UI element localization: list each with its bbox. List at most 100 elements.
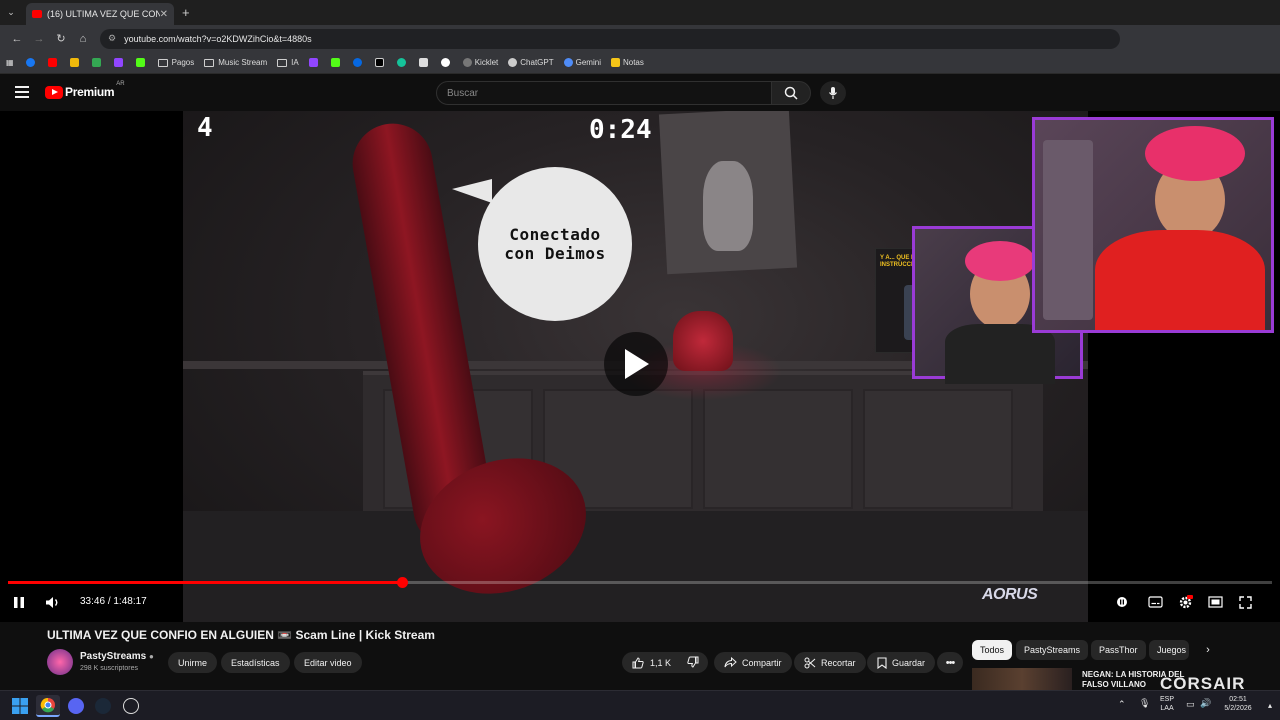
theater-icon <box>1208 596 1223 608</box>
share-icon <box>724 657 737 668</box>
bookmark-icon[interactable] <box>418 58 431 67</box>
site-info-icon[interactable]: ⚙ <box>108 33 116 44</box>
notifications-icon[interactable]: ▴ <box>1268 701 1272 710</box>
subtitles-icon <box>1148 596 1163 608</box>
chatgpt-bookmark[interactable]: ChatGPT <box>508 58 554 67</box>
chevron-right-icon[interactable]: › <box>1198 641 1218 659</box>
time-display: 33:46 / 1:48:17 <box>80 596 147 607</box>
clip-button[interactable]: Recortar <box>794 652 866 673</box>
windows-start-icon[interactable] <box>12 698 28 714</box>
menu-icon[interactable] <box>15 86 29 98</box>
chrome-taskbar-button[interactable] <box>36 695 60 717</box>
tray-overflow-icon[interactable]: ⌃ <box>1118 700 1126 709</box>
youtube-logo[interactable]: Premium AR <box>45 81 125 99</box>
search-button[interactable] <box>771 81 811 105</box>
back-icon[interactable]: ← <box>6 33 28 45</box>
folder-icon[interactable]: IA <box>277 58 299 67</box>
edit-video-button[interactable]: Editar video <box>294 652 362 673</box>
reload-icon[interactable]: ↻ <box>50 32 72 45</box>
network-icon[interactable]: ▭ <box>1186 700 1195 709</box>
logo-text: Premium <box>65 85 115 99</box>
binance-bookmark-icon[interactable] <box>69 58 82 67</box>
gear-icon <box>1179 594 1193 608</box>
volume-button[interactable] <box>45 595 61 609</box>
chip-juegos[interactable]: Juegos <box>1149 640 1189 660</box>
bubble-line-2: con Deimos <box>504 244 606 263</box>
bookmark-save-icon <box>877 656 887 669</box>
game-counter: 4 <box>197 113 213 143</box>
twitch-bookmark-icon[interactable] <box>308 58 321 67</box>
save-button[interactable]: Guardar <box>867 652 936 673</box>
twitch-bookmark-icon[interactable] <box>113 58 126 67</box>
notas-bookmark[interactable]: Notas <box>610 58 644 67</box>
browser-tab-active[interactable]: (16) ULTIMA VEZ QUE CONFIO ✕ <box>26 3 174 25</box>
meta-bookmark-icon[interactable] <box>352 58 365 67</box>
bookmark-icon[interactable] <box>440 58 453 67</box>
drive-bookmark-icon[interactable] <box>91 58 104 67</box>
kick-bookmark-icon[interactable] <box>330 58 343 67</box>
time-separator: / <box>107 596 111 607</box>
big-play-button[interactable] <box>604 332 668 396</box>
chip-todos[interactable]: Todos <box>972 640 1013 660</box>
language-indicator[interactable]: ESP LAA <box>1160 695 1174 713</box>
steam-icon[interactable] <box>95 698 111 714</box>
kick-bookmark-icon[interactable] <box>135 58 148 67</box>
channel-avatar[interactable] <box>47 649 73 675</box>
youtube-play-logo-icon <box>45 85 63 99</box>
folder-icon[interactable]: Music Stream <box>204 58 267 67</box>
facebook-bookmark-icon[interactable] <box>25 58 38 67</box>
fullscreen-button[interactable] <box>1239 595 1252 609</box>
app-icon[interactable] <box>123 698 139 714</box>
fullscreen-icon <box>1239 595 1252 609</box>
autoplay-toggle[interactable] <box>1116 595 1128 609</box>
channel-name[interactable]: PastyStreams ● <box>80 651 154 662</box>
play-icon <box>625 349 649 379</box>
video-title: ULTIMA VEZ QUE CONFIO EN ALGUIEN 📼 Scam … <box>47 628 435 642</box>
discord-icon[interactable] <box>68 698 84 714</box>
verified-icon: ● <box>148 652 154 661</box>
thumbs-down-icon <box>687 656 699 668</box>
more-actions-button[interactable]: ••• <box>937 652 963 673</box>
voice-search-button[interactable] <box>820 81 846 105</box>
pause-button[interactable] <box>13 595 25 609</box>
close-tab-icon[interactable]: ✕ <box>160 9 168 20</box>
theater-mode-button[interactable] <box>1208 595 1223 609</box>
home-icon[interactable]: ⌂ <box>72 33 94 45</box>
new-tab-button[interactable]: + <box>182 5 190 20</box>
search-input[interactable]: Buscar <box>436 81 772 105</box>
url-bar[interactable]: ⚙ youtube.com/watch?v=o2KDWZihCio&t=4880… <box>100 28 1120 49</box>
scissors-icon <box>804 657 816 668</box>
like-button[interactable]: 1,1 K <box>632 656 671 669</box>
tiktok-bookmark-icon[interactable] <box>374 58 387 67</box>
join-button[interactable]: Unirme <box>168 652 218 673</box>
like-dislike-group: 1,1 K <box>622 652 708 673</box>
dislike-button[interactable] <box>687 656 699 670</box>
microphone-tray-icon[interactable]: 🎙 <box>1139 699 1150 708</box>
clip-label: Recortar <box>821 657 856 668</box>
youtube-masthead: Premium AR Buscar <box>0 75 1280 111</box>
kicklet-bookmark[interactable]: Kicklet <box>462 58 498 67</box>
address-toolbar: ← → ↻ ⌂ ⚙ youtube.com/watch?v=o2KDWZihCi… <box>0 25 1280 52</box>
apps-icon[interactable]: ▦ <box>6 58 14 67</box>
tab-search-button[interactable]: ⌄ <box>0 0 22 25</box>
bookmark-music-stream: Music Stream <box>218 58 268 67</box>
chip-passthor[interactable]: PassThor <box>1091 640 1146 660</box>
windows-taskbar <box>0 690 1280 720</box>
progress-played <box>8 581 402 584</box>
folder-icon[interactable]: Pagos <box>157 58 194 67</box>
stats-button[interactable]: Estadísticas <box>221 652 290 673</box>
share-button[interactable]: Compartir <box>714 652 792 673</box>
clock[interactable]: 02:51 5/2/2026 <box>1218 695 1258 713</box>
gemini-bookmark[interactable]: Gemini <box>563 58 601 67</box>
forward-icon[interactable]: → <box>28 33 50 45</box>
chip-pastystreams[interactable]: PastyStreams <box>1016 640 1089 660</box>
subtitles-button[interactable] <box>1148 595 1163 609</box>
share-label: Compartir <box>742 657 782 668</box>
video-player[interactable]: 4 0:24 Conectado con Deimos Y A... QUE L… <box>0 111 1280 622</box>
recommended-thumbnail <box>972 668 1072 690</box>
volume-tray-icon[interactable]: 🔊 <box>1200 699 1211 708</box>
grammarly-bookmark-icon[interactable] <box>396 58 409 67</box>
progress-scrubber[interactable] <box>397 577 408 588</box>
settings-button[interactable] <box>1178 594 1193 609</box>
youtube-bookmark-icon[interactable] <box>47 58 60 67</box>
